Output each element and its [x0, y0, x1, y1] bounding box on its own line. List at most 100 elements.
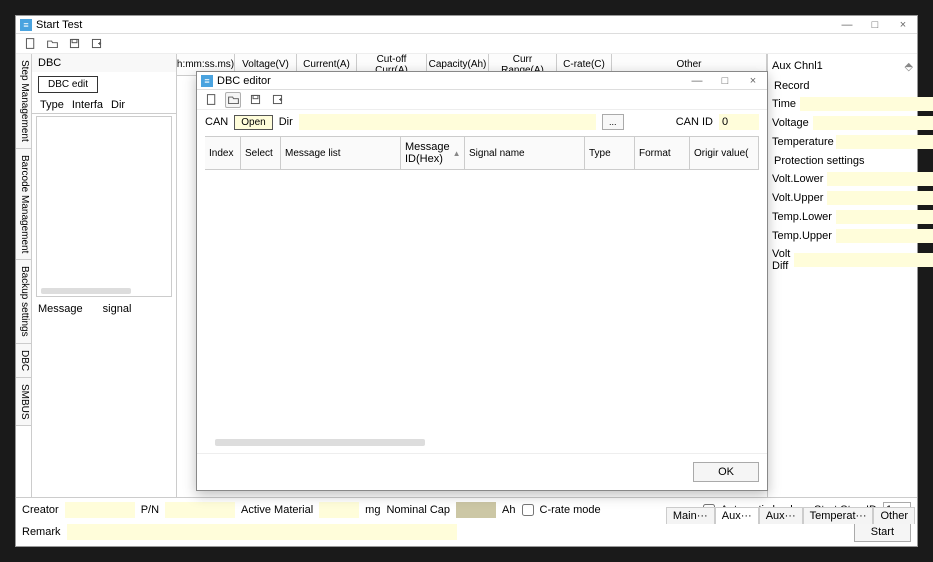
- main-window: ≡ Start Test — □ × Step Management Barco…: [15, 15, 918, 547]
- saveas-icon[interactable]: [88, 36, 104, 52]
- modal-icon: ≡: [201, 75, 213, 87]
- ok-button[interactable]: OK: [693, 462, 759, 482]
- gh-signal-name[interactable]: Signal name: [465, 137, 585, 169]
- row-tlower: Temp.Lower ℃: [772, 209, 913, 225]
- input-active-material[interactable]: [319, 502, 359, 518]
- pin-icon[interactable]: ⬘: [905, 60, 913, 73]
- input-time[interactable]: [800, 97, 933, 111]
- input-remark[interactable]: [67, 524, 458, 540]
- msg-signal-row: Message signal: [32, 299, 176, 319]
- bottom-tabstrip: Main··· Aux··· Aux··· Temperat··· Other: [666, 507, 915, 524]
- modal-minimize-button[interactable]: —: [687, 74, 707, 88]
- gh-select[interactable]: Select: [241, 137, 281, 169]
- start-button[interactable]: Start: [854, 522, 911, 542]
- row-vlower: Volt.Lower V: [772, 171, 913, 187]
- canid-input[interactable]: [719, 114, 759, 130]
- open-icon[interactable]: [44, 36, 60, 52]
- maximize-button[interactable]: □: [865, 18, 885, 32]
- row-voltage: Voltage V: [772, 115, 913, 131]
- gh-type[interactable]: Type: [585, 137, 635, 169]
- sort-asc-icon: ▲: [453, 149, 461, 158]
- input-vupper[interactable]: [827, 191, 933, 205]
- modal-grid: Index Select Message list Message ID(Hex…: [205, 136, 759, 449]
- vtab-dbc[interactable]: DBC: [16, 344, 31, 378]
- row-temp: Temperature ℃: [772, 134, 913, 150]
- lbl-creator: Creator: [22, 504, 59, 516]
- dbc-edit-button[interactable]: DBC edit: [38, 76, 98, 93]
- dir-input[interactable]: [299, 114, 596, 130]
- modal-open-icon[interactable]: [225, 92, 241, 108]
- gh-message-list[interactable]: Message list: [281, 137, 401, 169]
- col-type[interactable]: Type: [36, 99, 68, 111]
- input-creator[interactable]: [65, 502, 135, 518]
- gh-index[interactable]: Index: [205, 137, 241, 169]
- input-pn[interactable]: [165, 502, 235, 518]
- col-dir[interactable]: Dir: [107, 99, 129, 111]
- minimize-button[interactable]: —: [837, 18, 857, 32]
- gh-orig-value[interactable]: Origir value(: [690, 137, 759, 169]
- lbl-vlower: Volt.Lower: [772, 173, 823, 185]
- lbl-pn: P/N: [141, 504, 159, 516]
- dbc-grid-hscroll[interactable]: [41, 288, 131, 294]
- dbc-panel: DBC DBC edit Type Interfa Dir Message si…: [32, 54, 177, 497]
- tab-temperature[interactable]: Temperat···: [803, 507, 874, 524]
- gh-format[interactable]: Format: [635, 137, 690, 169]
- lbl-nominal-cap: Nominal Cap: [386, 504, 450, 516]
- save-icon[interactable]: [66, 36, 82, 52]
- close-button[interactable]: ×: [893, 18, 913, 32]
- row-vdiff: Volt Diff V: [772, 247, 913, 273]
- lbl-ah: Ah: [502, 504, 515, 516]
- lbl-voltage: Voltage: [772, 117, 809, 129]
- checkbox-crate-mode[interactable]: [522, 504, 534, 516]
- tab-main[interactable]: Main···: [666, 507, 715, 524]
- modal-close-button[interactable]: ×: [743, 74, 763, 88]
- can-label: CAN: [205, 116, 228, 128]
- input-temp[interactable]: [836, 135, 933, 149]
- main-titlebar: ≡ Start Test — □ ×: [16, 16, 917, 34]
- col-interfa[interactable]: Interfa: [68, 99, 107, 111]
- tab-aux2[interactable]: Aux···: [759, 507, 803, 524]
- lbl-remark: Remark: [22, 526, 61, 538]
- main-toolbar: [16, 34, 917, 54]
- input-vdiff[interactable]: [794, 253, 933, 267]
- dbc-editor-modal: ≡ DBC editor — □ × CAN Open Dir ... CAN …: [196, 71, 768, 491]
- modal-title: DBC editor: [217, 75, 687, 87]
- lbl-crate-mode: C-rate mode: [540, 504, 601, 516]
- lbl-active-material: Active Material: [241, 504, 313, 516]
- message-label[interactable]: Message: [38, 303, 83, 315]
- window-title: Start Test: [36, 19, 837, 31]
- row-time: Time s: [772, 96, 913, 112]
- input-voltage[interactable]: [813, 116, 933, 130]
- new-icon[interactable]: [22, 36, 38, 52]
- aux-title: Aux Chnl1: [772, 60, 823, 73]
- vtab-smbus[interactable]: SMBUS: [16, 378, 31, 427]
- dbc-grid-header: Type Interfa Dir: [32, 97, 176, 114]
- open-button[interactable]: Open: [234, 115, 272, 130]
- input-vlower[interactable]: [827, 172, 933, 186]
- modal-toolbar: [197, 90, 767, 110]
- modal-new-icon[interactable]: [203, 92, 219, 108]
- input-tlower[interactable]: [836, 210, 933, 224]
- vertical-tabs: Step Management Barcode Management Backu…: [16, 54, 32, 497]
- aux-panel: Aux Chnl1 ⬘ Record Time s Voltage V Temp…: [767, 54, 917, 497]
- modal-window-buttons: — □ ×: [687, 74, 763, 88]
- vtab-barcode-management[interactable]: Barcode Management: [16, 149, 31, 260]
- modal-grid-hscroll[interactable]: [215, 439, 425, 446]
- modal-saveas-icon[interactable]: [269, 92, 285, 108]
- modal-save-icon[interactable]: [247, 92, 263, 108]
- input-nominal-cap[interactable]: [456, 502, 496, 518]
- tab-aux1[interactable]: Aux···: [715, 507, 759, 524]
- browse-button[interactable]: ...: [602, 114, 624, 130]
- input-tupper[interactable]: [836, 229, 933, 243]
- vtab-step-management[interactable]: Step Management: [16, 54, 31, 149]
- modal-grid-header: Index Select Message list Message ID(Hex…: [205, 137, 759, 170]
- modal-footer: OK: [197, 453, 767, 490]
- gh-message-id[interactable]: Message ID(Hex)▲: [401, 137, 465, 169]
- modal-grid-body: [205, 170, 759, 449]
- signal-label[interactable]: signal: [103, 303, 132, 315]
- tab-other[interactable]: Other: [873, 507, 915, 524]
- modal-maximize-button[interactable]: □: [715, 74, 735, 88]
- vtab-backup-settings[interactable]: Backup settings: [16, 260, 31, 344]
- app-icon: ≡: [20, 19, 32, 31]
- canid-label: CAN ID: [676, 116, 713, 128]
